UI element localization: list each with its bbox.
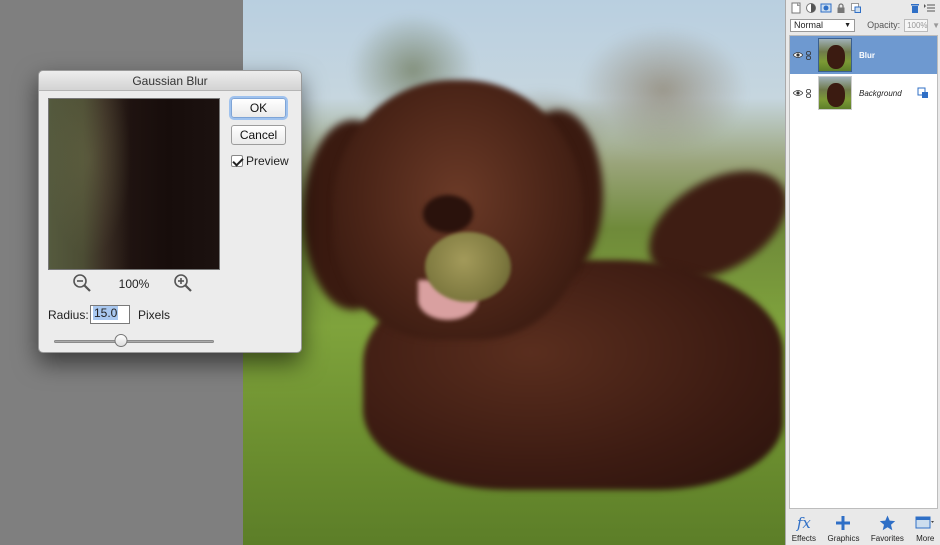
radius-input[interactable]: 15.0	[90, 305, 130, 324]
layer-row-background[interactable]: Background	[790, 74, 937, 112]
link-icon	[805, 50, 811, 60]
blend-mode-value: Normal	[794, 20, 824, 30]
layer-link-toggle[interactable]	[804, 50, 812, 60]
opacity-dropdown-icon[interactable]: ▼	[932, 21, 940, 30]
new-layer-button[interactable]	[790, 2, 802, 14]
preview-checkbox[interactable]: Preview	[231, 154, 289, 168]
layer-name: Background	[859, 88, 902, 98]
more-button[interactable]: More	[915, 512, 935, 543]
panel-bottom-bar: fx Effects Graphics Favorites More	[786, 509, 940, 545]
units-label: Pixels	[138, 308, 171, 322]
delete-layer-button[interactable]	[909, 2, 921, 14]
dog-photo-canvas[interactable]	[243, 0, 785, 545]
opacity-label: Opacity:	[867, 20, 901, 30]
dialog-title[interactable]: Gaussian Blur	[39, 71, 301, 91]
visibility-toggle[interactable]	[792, 51, 804, 59]
slider-thumb[interactable]	[114, 334, 128, 347]
cancel-button[interactable]: Cancel	[231, 125, 286, 145]
zoom-in-button[interactable]	[172, 272, 194, 294]
more-panel-icon	[915, 512, 935, 534]
lock-all-button[interactable]	[850, 2, 862, 14]
layer-link-toggle[interactable]	[804, 88, 812, 98]
star-icon	[879, 512, 896, 534]
lock-layer-button[interactable]	[835, 2, 847, 14]
eye-icon	[793, 52, 803, 58]
zoom-out-button[interactable]	[71, 272, 93, 294]
favorites-label: Favorites	[870, 534, 904, 543]
zoom-in-icon	[174, 274, 192, 292]
lock-icon	[837, 3, 845, 13]
graphics-button[interactable]: Graphics	[827, 512, 859, 543]
plus-icon	[835, 512, 851, 534]
blend-row: Normal ▼ Opacity: 100% ▼	[786, 16, 940, 34]
ok-button[interactable]: OK	[231, 98, 286, 118]
effects-button[interactable]: fx Effects	[792, 512, 816, 543]
slider-track[interactable]	[54, 340, 214, 343]
layer-name: Blur	[859, 50, 875, 60]
zoom-out-icon	[73, 274, 91, 292]
background-lock-button[interactable]	[917, 87, 929, 99]
tennis-ball	[425, 232, 511, 302]
eye-icon	[793, 90, 803, 96]
panel-menu-icon	[924, 4, 935, 12]
blend-mode-select[interactable]: Normal ▼	[790, 18, 856, 32]
more-label: More	[916, 534, 935, 543]
favorites-button[interactable]: Favorites	[871, 512, 904, 543]
chevron-down-icon: ▼	[844, 21, 852, 29]
dog-nose	[423, 195, 473, 233]
preview-label: Preview	[246, 154, 289, 168]
radius-slider[interactable]	[54, 334, 214, 348]
layers-panel: Normal ▼ Opacity: 100% ▼ Blur Background…	[785, 0, 940, 545]
visibility-toggle[interactable]	[792, 89, 804, 97]
layer-thumbnail	[818, 76, 852, 110]
layers-toolbar	[786, 0, 940, 16]
layer-thumbnail	[818, 38, 852, 72]
lock-transparent-icon	[851, 3, 861, 13]
adjustment-icon	[806, 3, 816, 13]
zoom-level: 100%	[118, 277, 150, 291]
gaussian-blur-dialog: Gaussian Blur 100% OK Cancel Preview Rad…	[38, 70, 302, 353]
layer-list: Blur Background	[789, 35, 938, 509]
fx-icon: fx	[796, 514, 811, 532]
link-icon	[805, 88, 811, 98]
layer-mask-button[interactable]	[820, 2, 832, 14]
adjustment-layer-button[interactable]	[805, 2, 817, 14]
opacity-input[interactable]: 100%	[904, 18, 929, 32]
layer-row-blur[interactable]: Blur	[790, 36, 937, 74]
new-layer-icon	[791, 2, 801, 14]
trash-icon	[911, 4, 919, 13]
mask-icon	[820, 3, 832, 13]
panel-menu-button[interactable]	[924, 2, 936, 14]
graphics-label: Graphics	[827, 534, 860, 543]
checkbox-check-icon[interactable]	[231, 155, 243, 167]
effects-label: Effects	[791, 534, 817, 543]
blur-preview-pane[interactable]	[48, 98, 220, 270]
radius-label: Radius:	[48, 308, 89, 322]
radius-value: 15.0	[93, 306, 119, 320]
lock-badge-icon	[917, 87, 928, 98]
